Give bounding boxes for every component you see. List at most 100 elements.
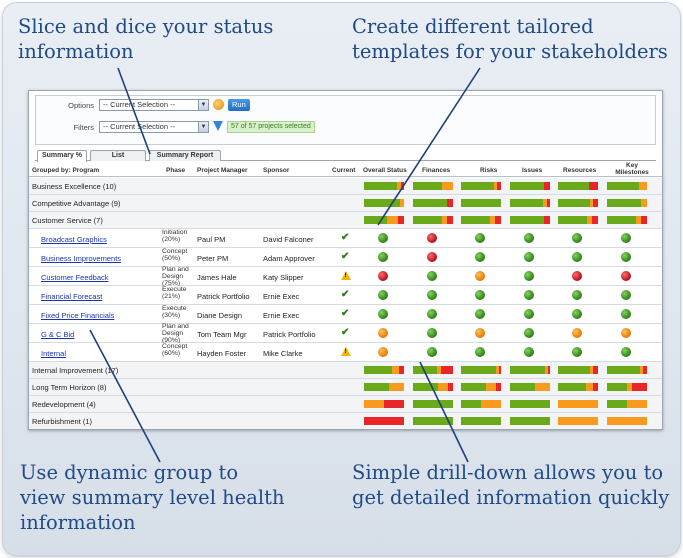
project-row[interactable]: Broadcast Graphics Initiation (20%) Paul PM… — [29, 229, 662, 248]
column-risks[interactable]: Risks — [480, 167, 497, 174]
status-dot[interactable] — [475, 271, 485, 281]
group-name[interactable]: Internal Improvement (17) — [32, 366, 118, 375]
column-issues[interactable]: Issues — [522, 167, 542, 174]
column-overall-status[interactable]: Overall Status — [363, 167, 407, 174]
project-phase-line: (60%) — [162, 350, 181, 357]
status-dot[interactable] — [378, 328, 388, 338]
options-select[interactable]: -- Current Selection -- ▼ — [99, 99, 209, 111]
status-bar — [364, 417, 404, 425]
status-dot[interactable] — [524, 252, 534, 262]
project-row[interactable]: Business Improvements Concept (50%) Peter P… — [29, 248, 662, 267]
column-project-manager[interactable]: Project Manager — [197, 167, 248, 174]
status-dot[interactable] — [378, 309, 388, 319]
status-dot[interactable] — [475, 233, 485, 243]
status-dot[interactable] — [427, 252, 437, 262]
status-dot[interactable] — [427, 233, 437, 243]
status-dot[interactable] — [621, 271, 631, 281]
status-dot[interactable] — [378, 347, 388, 357]
group-row[interactable]: Customer Service (7) — [29, 212, 662, 229]
status-bar-segment-green — [510, 366, 546, 374]
column-key-milestones[interactable]: Key Milestones — [612, 162, 652, 176]
filter-icon[interactable] — [213, 121, 223, 131]
status-dot[interactable] — [475, 328, 485, 338]
column-current[interactable]: Current — [332, 167, 355, 174]
status-dot[interactable] — [378, 271, 388, 281]
status-dot[interactable] — [572, 290, 582, 300]
group-row[interactable]: Redevelopment (4) — [29, 396, 662, 413]
status-dot[interactable] — [524, 328, 534, 338]
project-row[interactable]: Internal Concept (60%) Hayden Foster Mike Cl… — [29, 343, 662, 362]
run-button[interactable]: Run — [228, 99, 250, 111]
group-row[interactable]: Business Excellence (10) — [29, 178, 662, 195]
status-bar-segment-green — [510, 199, 543, 207]
callout-line: information — [20, 511, 136, 534]
status-dot[interactable] — [427, 309, 437, 319]
callout-line: Slice and dice your status — [18, 15, 274, 38]
group-name[interactable]: Redevelopment (4) — [32, 400, 96, 409]
status-dot[interactable] — [475, 309, 485, 319]
group-name[interactable]: Long Term Horizon (8) — [32, 383, 106, 392]
status-dot[interactable] — [427, 347, 437, 357]
chevron-down-icon: ▼ — [198, 122, 208, 132]
status-dot[interactable] — [621, 233, 631, 243]
status-dot[interactable] — [427, 271, 437, 281]
column-grouped-by[interactable]: Grouped by: Program — [32, 167, 99, 174]
column-sponsor[interactable]: Sponsor — [263, 167, 289, 174]
tab-list[interactable]: List — [90, 150, 146, 161]
project-link[interactable]: Financial Forecast — [41, 292, 102, 301]
status-dot[interactable] — [378, 233, 388, 243]
status-dot[interactable] — [378, 252, 388, 262]
status-dot[interactable] — [621, 290, 631, 300]
status-dot[interactable] — [524, 271, 534, 281]
tab-summary-report[interactable]: Summary Report — [149, 150, 221, 161]
status-dot[interactable] — [378, 290, 388, 300]
group-row[interactable]: Refurbishment (1) — [29, 413, 662, 429]
column-phase[interactable]: Phase — [166, 167, 185, 174]
group-name[interactable]: Competitive Advantage (9) — [32, 199, 120, 208]
status-dot[interactable] — [427, 290, 437, 300]
status-dot[interactable] — [621, 328, 631, 338]
status-dot[interactable] — [524, 309, 534, 319]
project-link[interactable]: Customer Feedback — [41, 273, 109, 282]
group-name[interactable]: Refurbishment (1) — [32, 417, 92, 426]
group-row[interactable]: Internal Improvement (17) — [29, 362, 662, 379]
status-dot[interactable] — [572, 271, 582, 281]
project-row[interactable]: Customer Feedback Plan and Design (75%) Jame… — [29, 266, 662, 287]
project-row[interactable]: Financial Forecast Execute (21%) Patrick Po… — [29, 286, 662, 305]
status-dot[interactable] — [524, 290, 534, 300]
status-bar — [364, 400, 404, 408]
status-bar — [461, 182, 501, 190]
status-dot[interactable] — [621, 347, 631, 357]
project-link[interactable]: Broadcast Graphics — [41, 235, 107, 244]
project-link[interactable]: G & C Bid — [41, 330, 74, 339]
project-link[interactable]: Fixed Price Financials — [41, 311, 114, 320]
group-name[interactable]: Customer Service (7) — [32, 216, 103, 225]
status-dot[interactable] — [524, 233, 534, 243]
status-dot[interactable] — [572, 252, 582, 262]
status-dot[interactable] — [572, 309, 582, 319]
status-dot[interactable] — [572, 347, 582, 357]
status-dot[interactable] — [572, 328, 582, 338]
group-row[interactable]: Long Term Horizon (8) — [29, 379, 662, 396]
status-dot[interactable] — [475, 290, 485, 300]
project-link[interactable]: Internal — [41, 349, 66, 358]
status-dot[interactable] — [475, 252, 485, 262]
project-row[interactable]: G & C Bid Plan and Design (90%) Tom Team Mgr… — [29, 323, 662, 344]
tab-summary[interactable]: Summary % — [37, 150, 87, 162]
project-link[interactable]: Business Improvements — [41, 254, 121, 263]
status-dot[interactable] — [427, 328, 437, 338]
status-dot[interactable] — [572, 233, 582, 243]
group-row[interactable]: Competitive Advantage (9) — [29, 195, 662, 212]
column-resources[interactable]: Resources — [563, 167, 596, 174]
column-finances[interactable]: Finances — [422, 167, 450, 174]
status-dot[interactable] — [524, 347, 534, 357]
status-dot[interactable] — [621, 252, 631, 262]
group-name[interactable]: Business Excellence (10) — [32, 182, 116, 191]
gear-icon[interactable] — [213, 99, 224, 110]
project-row[interactable]: Fixed Price Financials Execute (30%) Diane … — [29, 305, 662, 324]
status-dot[interactable] — [621, 309, 631, 319]
project-manager: Hayden Foster — [197, 349, 247, 358]
status-dot[interactable] — [475, 347, 485, 357]
status-bar — [558, 383, 598, 391]
filters-select[interactable]: -- Current Selection -- ▼ — [99, 121, 209, 133]
